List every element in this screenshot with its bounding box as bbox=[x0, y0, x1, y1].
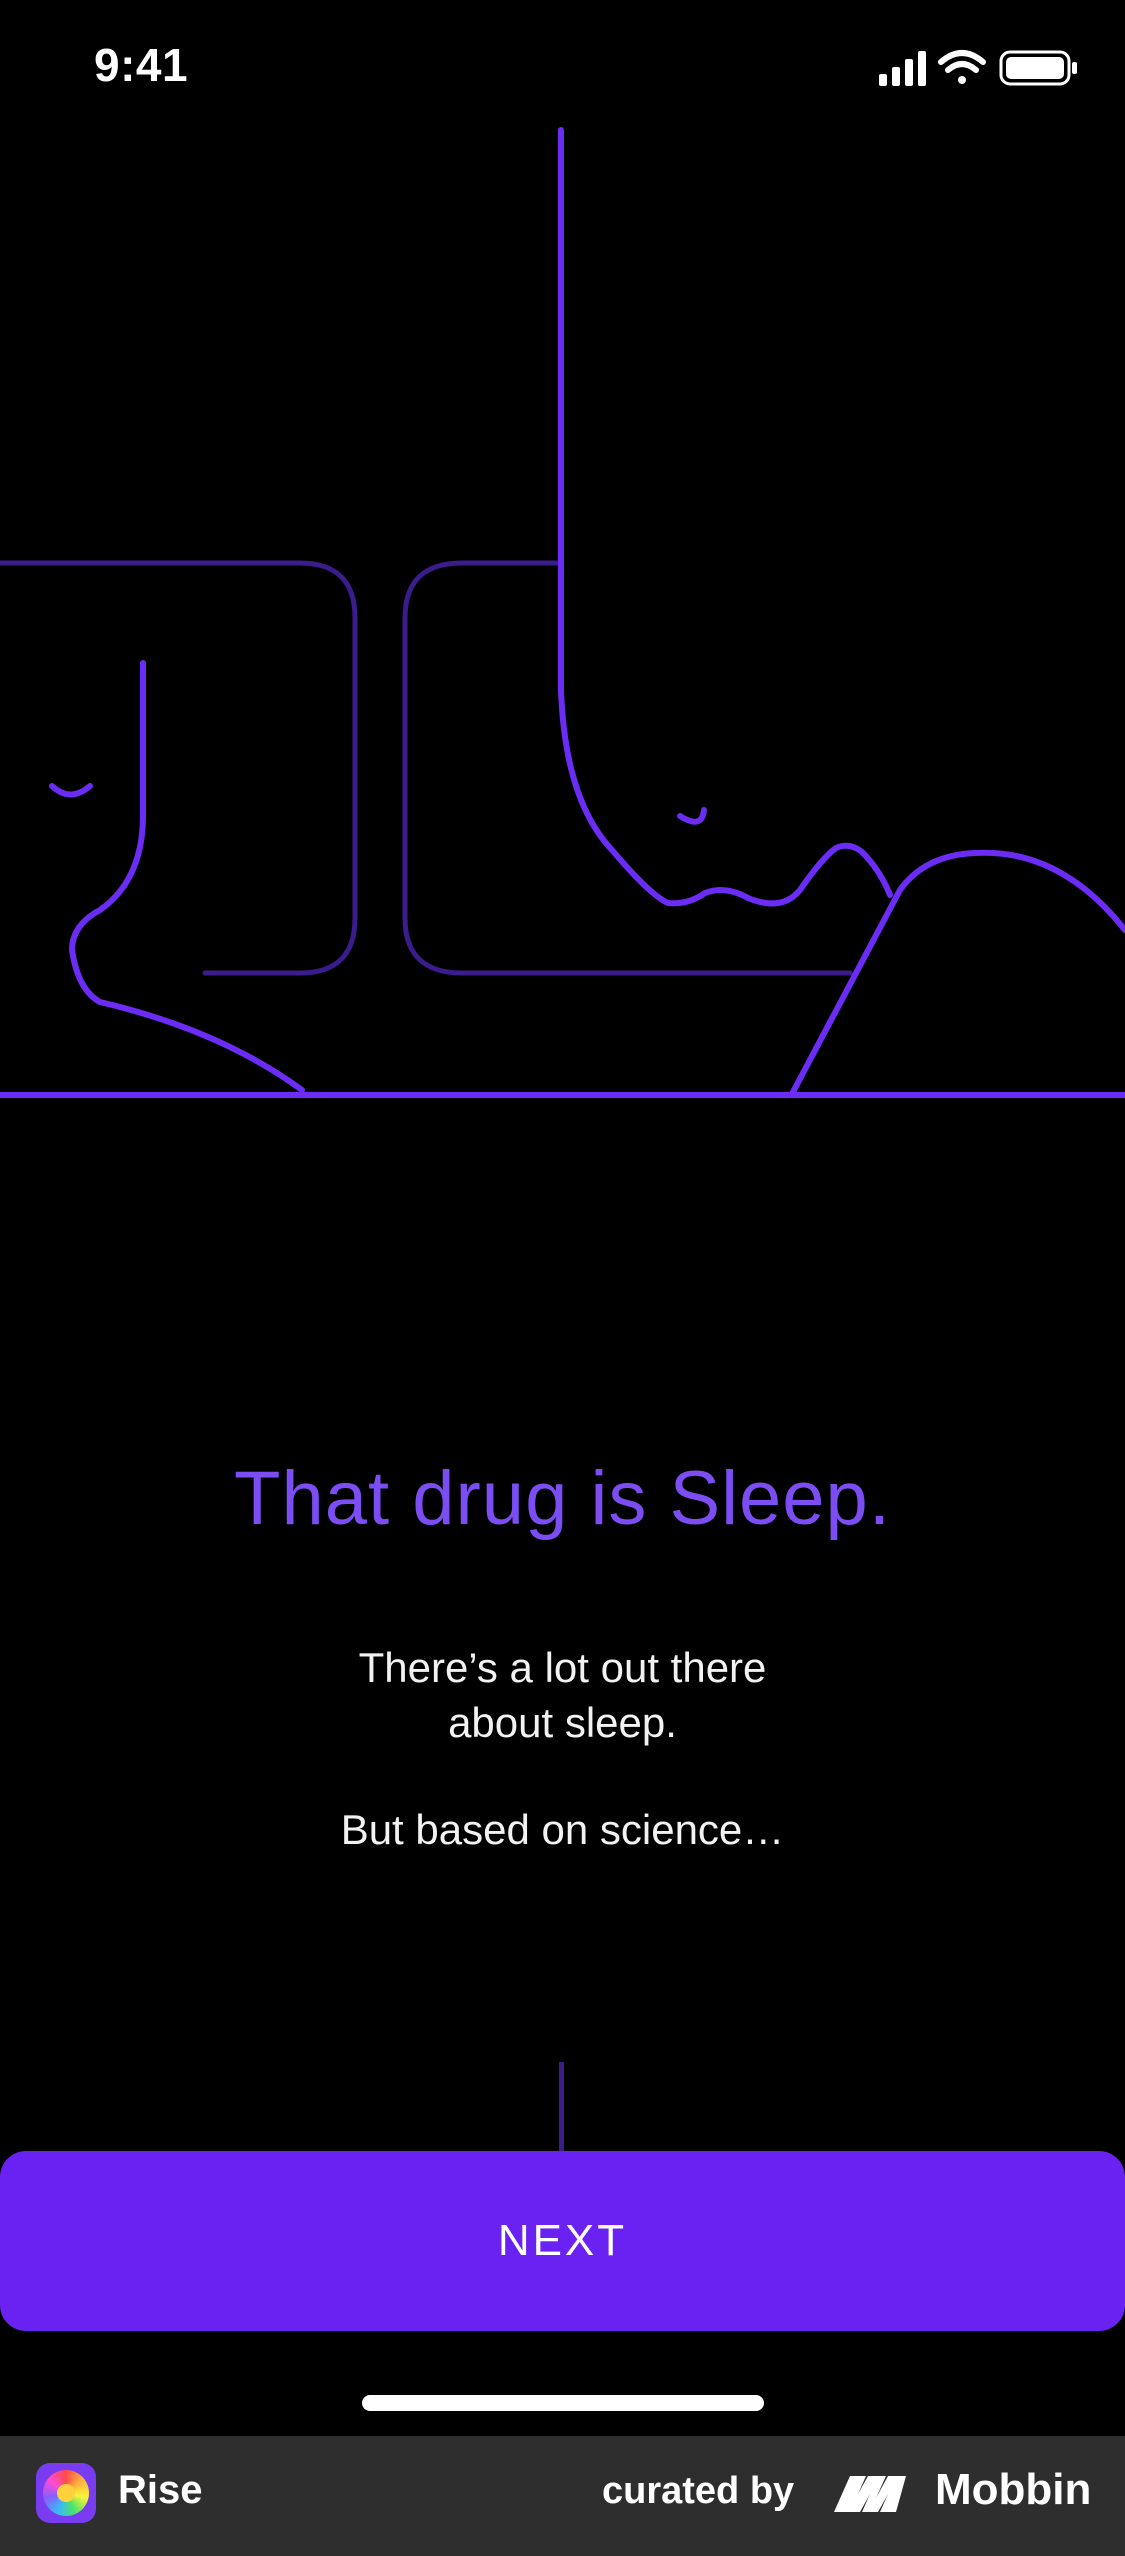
left-pillow bbox=[0, 560, 358, 976]
home-indicator[interactable] bbox=[362, 2395, 764, 2411]
connector-line bbox=[559, 2062, 564, 2152]
app-name: Rise bbox=[118, 2468, 203, 2512]
curated-by-label: curated by bbox=[602, 2470, 795, 2512]
next-button[interactable]: NEXT bbox=[0, 2151, 1125, 2331]
right-closed-eye bbox=[677, 807, 707, 825]
sleep-illustration bbox=[0, 127, 1125, 1098]
right-face-profile bbox=[558, 127, 893, 907]
body-text: There’s a lot out there about sleep. But… bbox=[0, 1640, 1125, 1857]
left-face-profile bbox=[69, 660, 305, 1093]
headline: That drug is Sleep. bbox=[234, 1456, 891, 1541]
body-line-2: about sleep. bbox=[448, 1699, 677, 1746]
body-line-1: There’s a lot out there bbox=[358, 1644, 767, 1691]
mobbin-logo-icon bbox=[834, 2476, 906, 2512]
mobbin-brand: Mobbin bbox=[935, 2465, 1092, 2514]
footer-bar: Rise curated by Mobbin bbox=[0, 2436, 1125, 2556]
right-pillow bbox=[402, 560, 853, 976]
rise-app-icon bbox=[36, 2463, 96, 2523]
body-line-3: But based on science… bbox=[340, 1806, 785, 1853]
left-closed-eye bbox=[49, 783, 93, 798]
